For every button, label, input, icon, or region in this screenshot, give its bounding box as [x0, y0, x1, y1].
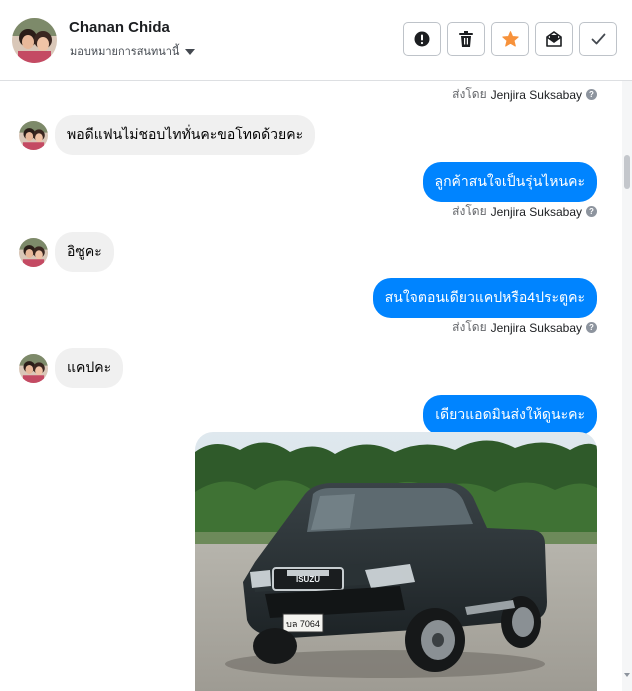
- sender-name[interactable]: Jenjira Suksabay: [491, 321, 582, 335]
- message-bubble[interactable]: แคปคะ: [55, 348, 124, 388]
- help-icon[interactable]: ?: [586, 322, 597, 333]
- contact-avatar-small[interactable]: [19, 120, 48, 150]
- mark-spam-button[interactable]: [403, 22, 441, 56]
- contact-avatar[interactable]: [12, 18, 57, 63]
- assign-label: มอบหมายการสนทนานี้: [70, 46, 180, 58]
- trash-icon: [459, 31, 473, 47]
- contact-avatar-small[interactable]: [19, 353, 48, 383]
- scroll-down-arrow-icon[interactable]: [624, 673, 630, 677]
- delete-button[interactable]: [447, 22, 485, 56]
- contact-name[interactable]: Chanan Chida: [69, 19, 170, 36]
- incoming-message: แคปคะ: [19, 348, 124, 388]
- check-icon: [591, 33, 605, 45]
- thread-scrollbar[interactable]: [622, 81, 632, 691]
- message-bubble[interactable]: พอดีแฟนไม่ชอบไททั่นคะขอโทดด้วยคะ: [55, 115, 316, 155]
- sent-by-line: ส่งโดย Jenjira Suksabay ?: [452, 202, 597, 221]
- sender-name[interactable]: Jenjira Suksabay: [491, 88, 582, 102]
- mark-unread-icon: [546, 31, 562, 47]
- sender-name[interactable]: Jenjira Suksabay: [491, 205, 582, 219]
- mark-unread-button[interactable]: [535, 22, 573, 56]
- grille-badge: ISUZU: [296, 575, 320, 584]
- star-icon: [501, 31, 519, 47]
- sent-by-prefix: ส่งโดย: [452, 204, 487, 218]
- contact-avatar-small[interactable]: [19, 237, 48, 267]
- outgoing-message-bubble[interactable]: สนใจตอนเดียวแคปหรือ4ประตูคะ: [372, 278, 597, 318]
- caret-down-icon: [185, 48, 196, 55]
- sent-by-line: ส่งโดย Jenjira Suksabay ?: [452, 318, 597, 337]
- conversation-header: Chanan Chida มอบหมายการสนทนานี้: [0, 0, 632, 81]
- pickup-truck-photo: บล 7064 ISUZU: [195, 432, 597, 691]
- sent-by-line: ส่งโดย Jenjira Suksabay ?: [452, 85, 597, 104]
- sent-by-prefix: ส่งโดย: [452, 320, 487, 334]
- alert-icon: [414, 31, 430, 47]
- mark-done-button[interactable]: [579, 22, 617, 56]
- help-icon[interactable]: ?: [586, 206, 597, 217]
- sent-by-prefix: ส่งโดย: [452, 87, 487, 101]
- assign-conversation-dropdown[interactable]: มอบหมายการสนทนานี้: [70, 42, 196, 60]
- license-plate: บล 7064: [286, 619, 320, 629]
- message-thread[interactable]: ส่งโดย Jenjira Suksabay ? พอดีแฟนไม่ชอบไ…: [0, 81, 632, 691]
- message-bubble[interactable]: อิซูคะ: [55, 232, 114, 272]
- star-button[interactable]: [491, 22, 529, 56]
- incoming-message: พอดีแฟนไม่ชอบไททั่นคะขอโทดด้วยคะ: [19, 115, 316, 155]
- outgoing-message-bubble[interactable]: เดียวแอดมินส่งให้ดูนะคะ: [423, 395, 597, 435]
- image-attachment[interactable]: บล 7064 ISUZU: [195, 432, 597, 691]
- conversation-toolbar: [403, 22, 617, 56]
- outgoing-message-bubble[interactable]: ลูกค้าสนใจเป็นรุ่นไหนคะ: [422, 162, 597, 202]
- help-icon[interactable]: ?: [586, 89, 597, 100]
- scrollbar-thumb[interactable]: [624, 155, 630, 189]
- incoming-message: อิซูคะ: [19, 232, 114, 272]
